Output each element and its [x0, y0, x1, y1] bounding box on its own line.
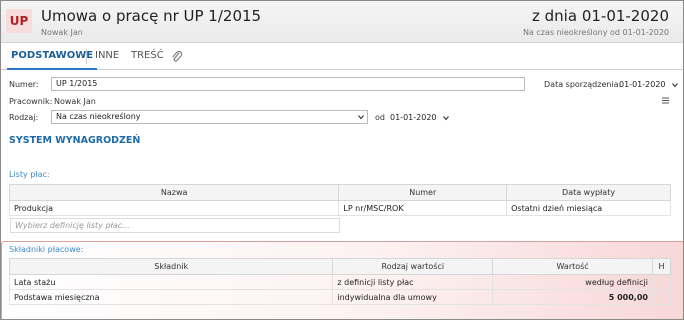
column-header-numer[interactable]: Numer — [338, 184, 508, 201]
table-row[interactable]: Podstawa miesięczna indywidualna dla umo… — [8, 289, 672, 305]
listy-plac-table: Nazwa Numer Data wypłaty Produkcja LP nr… — [8, 184, 671, 216]
chevron-down-icon — [671, 83, 678, 88]
numer-input[interactable]: UP 1/2015 — [51, 77, 525, 91]
document-type-badge: UP — [6, 9, 32, 33]
document-header: UP Umowa o pracę nr UP 1/2015 Nowak Jan … — [1, 1, 683, 43]
tab-podstawowe[interactable]: PODSTAWOWE — [7, 49, 98, 70]
column-header-wartosc[interactable]: Wartość — [492, 258, 653, 275]
skladniki-table: Składnik Rodzaj wartości Wartość H Lata … — [8, 258, 672, 305]
cell-skladnik: Lata stażu — [8, 274, 334, 290]
column-header-data-wyplaty[interactable]: Data wypłaty — [506, 184, 671, 201]
cell-h — [651, 274, 672, 290]
tab-divider — [86, 49, 87, 64]
add-lista-plac-input[interactable]: Wybierz definicję listy płac... — [10, 218, 340, 233]
table-row[interactable]: Lata stażu z definicji listy płac według… — [8, 274, 672, 290]
rodzaj-value: Na czas nieokreślony — [56, 112, 141, 121]
data-sporzadzenia-select[interactable]: 01-01-2020 — [619, 80, 678, 89]
chevron-down-icon — [442, 116, 449, 121]
document-subtitle: Nowak Jan — [41, 28, 83, 37]
chevron-down-icon — [358, 115, 364, 120]
tab-inne[interactable]: INNE — [91, 49, 123, 70]
cell-wartosc: 5 000,00 — [492, 289, 653, 305]
cell-h — [651, 289, 672, 305]
cell-data-wyplaty: Ostatni dzień miesiąca — [506, 200, 671, 216]
cell-skladnik: Podstawa miesięczna — [8, 289, 334, 305]
document-date: z dnia 01-01-2020 — [532, 7, 669, 25]
cell-wartosc: według definicji — [492, 274, 653, 290]
od-label: od — [375, 113, 385, 122]
menu-icon[interactable] — [662, 97, 669, 104]
table-header-row: Nazwa Numer Data wypłaty — [8, 184, 671, 201]
paperclip-icon[interactable] — [171, 50, 183, 64]
tab-bar: PODSTAWOWE INNE TREŚĆ — [1, 44, 683, 70]
column-header-h[interactable]: H — [651, 258, 672, 275]
data-sporzadzenia-value: 01-01-2020 — [619, 80, 666, 89]
contract-window: UP Umowa o pracę nr UP 1/2015 Nowak Jan … — [0, 0, 684, 320]
column-header-rodzaj-wartosci[interactable]: Rodzaj wartości — [332, 258, 494, 275]
od-date-value: 01-01-2020 — [390, 113, 437, 122]
table-row[interactable]: Produkcja LP nr/MSC/ROK Ostatni dzień mi… — [8, 200, 671, 216]
listy-plac-heading: Listy płac: — [9, 170, 50, 179]
rodzaj-select[interactable]: Na czas nieokreślony — [51, 110, 368, 124]
data-sporzadzenia-label: Data sporządzenia: — [544, 80, 622, 89]
document-title: Umowa o pracę nr UP 1/2015 — [41, 7, 262, 25]
od-date-select[interactable]: 01-01-2020 — [390, 113, 449, 122]
cell-numer: LP nr/MSC/ROK — [338, 200, 508, 216]
skladniki-heading: Składniki płacowe: — [9, 245, 84, 254]
column-header-nazwa[interactable]: Nazwa — [8, 184, 340, 201]
document-period: Na czas nieokreślony od 01-01-2020 — [522, 28, 669, 37]
pracownik-value[interactable]: Nowak Jan — [54, 97, 96, 106]
cell-nazwa: Produkcja — [8, 200, 340, 216]
cell-rodzaj-wartosci: z definicji listy płac — [332, 274, 494, 290]
pracownik-label: Pracownik: — [9, 97, 53, 106]
system-wynagrodzen-heading: SYSTEM WYNAGRODZEŃ — [9, 135, 141, 146]
tab-tresc[interactable]: TREŚĆ — [127, 49, 168, 70]
numer-label: Numer: — [9, 80, 39, 89]
cell-rodzaj-wartosci: indywidualna dla umowy — [332, 289, 494, 305]
column-header-skladnik[interactable]: Składnik — [8, 258, 334, 275]
rodzaj-label: Rodzaj: — [9, 113, 39, 122]
table-header-row: Składnik Rodzaj wartości Wartość H — [8, 258, 672, 275]
